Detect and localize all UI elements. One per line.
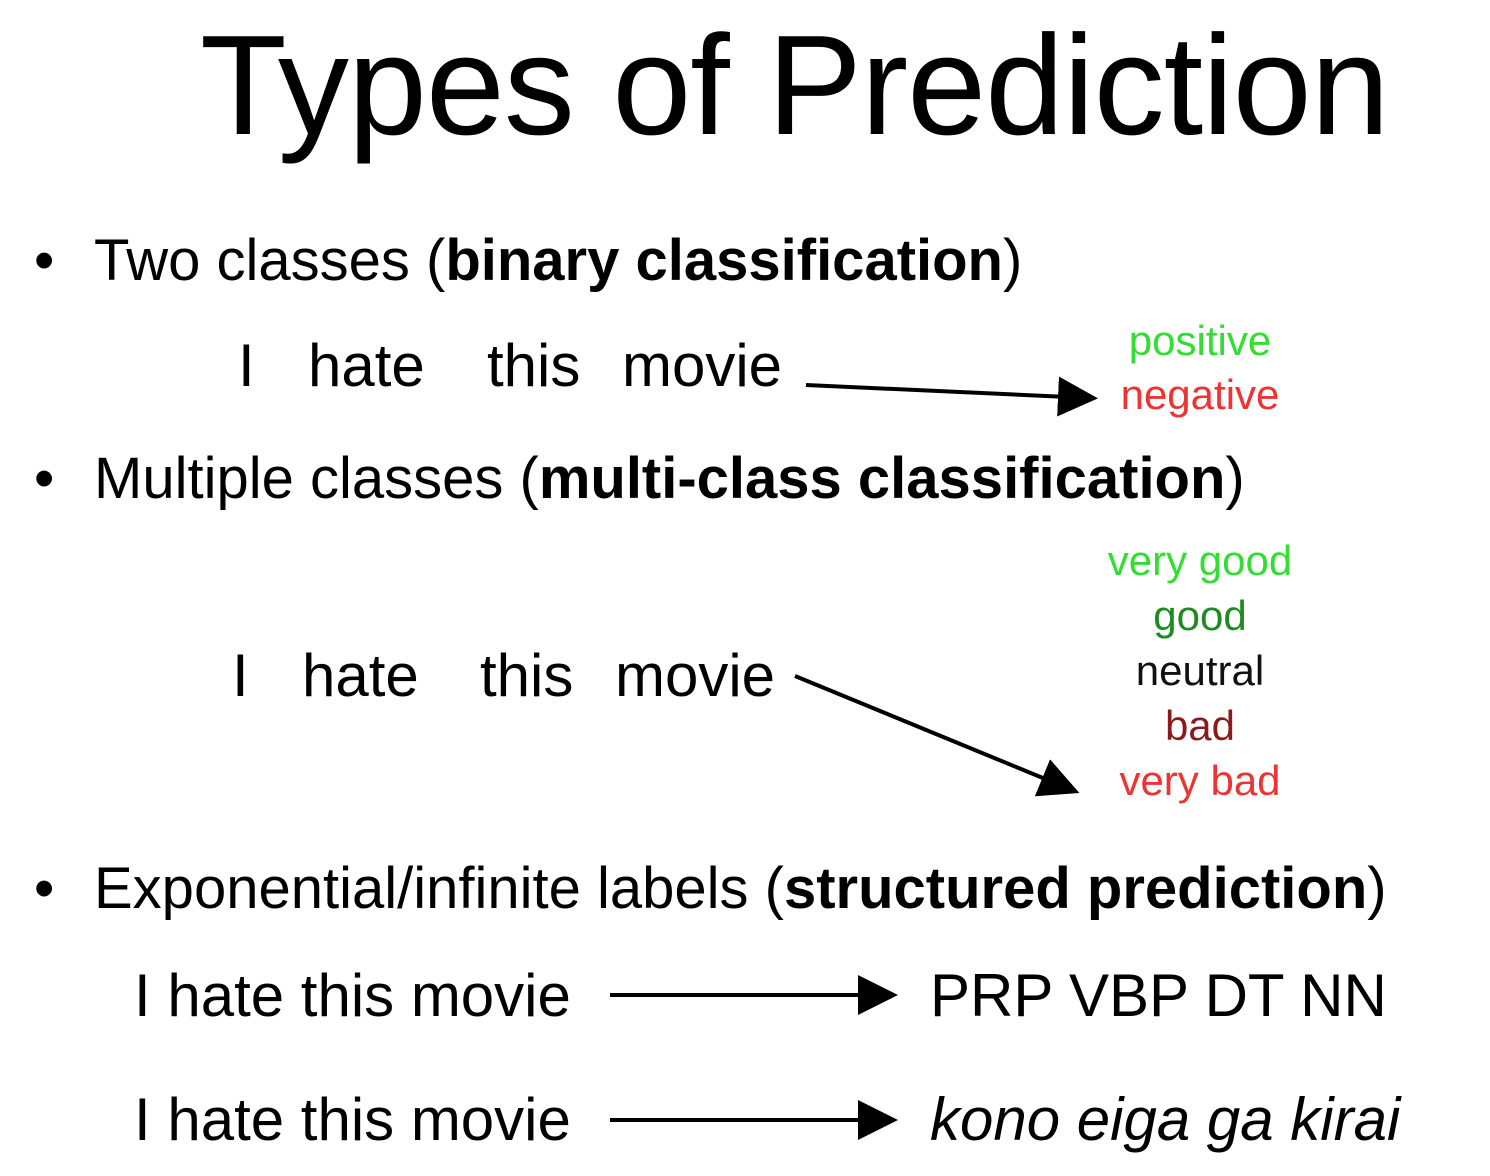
binary-arrow (805, 376, 1098, 417)
arrows-layer (610, 376, 1098, 1140)
multiclass-arrow (794, 674, 1080, 797)
